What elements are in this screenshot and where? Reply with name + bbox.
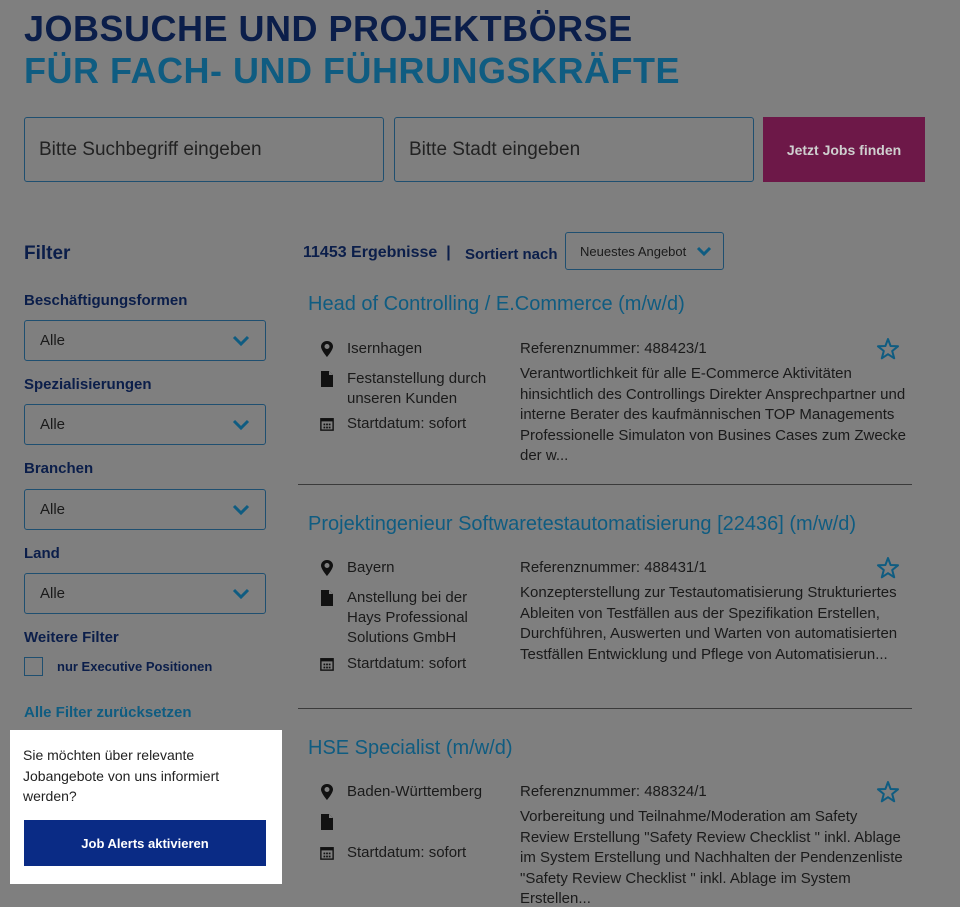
chevron-down-icon (232, 335, 250, 346)
job-reference: Referenznummer: 488423/1 (520, 340, 707, 357)
specialization-select[interactable]: Alle (24, 404, 266, 445)
job-divider (298, 708, 912, 709)
location-pin-icon (321, 341, 333, 357)
job-start-date: Startdatum: sofort (320, 843, 492, 863)
calendar-icon (320, 418, 334, 431)
industry-value: Alle (40, 501, 66, 518)
document-icon (321, 590, 333, 606)
country-value: Alle (40, 585, 66, 602)
filter-title: Filter (24, 243, 71, 264)
calendar-icon (320, 658, 334, 671)
city-search-input[interactable] (394, 117, 754, 182)
executive-checkbox[interactable] (24, 657, 43, 676)
job-location: Bayern (320, 558, 492, 578)
calendar-icon (320, 847, 334, 860)
chevron-down-icon (232, 588, 250, 599)
specialization-value: Alle (40, 416, 66, 433)
star-icon[interactable] (876, 337, 900, 361)
sort-select[interactable]: Neuestes Angebot (565, 232, 724, 270)
star-icon[interactable] (876, 556, 900, 580)
results-count-text: 11453 Ergebnisse (303, 244, 438, 261)
executive-checkbox-label[interactable]: nur Executive Positionen (57, 659, 212, 674)
filter-label-specialization: Spezialisierungen (24, 376, 152, 393)
chevron-down-icon (232, 504, 250, 515)
job-description: Konzepterstellung zur Testautomatisierun… (520, 584, 898, 663)
star-icon[interactable] (876, 780, 900, 804)
filter-label-employment-type: Beschäftigungsformen (24, 292, 188, 309)
job-employment-type (320, 812, 492, 830)
location-pin-icon (321, 560, 333, 576)
job-reference: Referenznummer: 488324/1 (520, 783, 707, 800)
job-alert-text: Sie möchten über relevante Jobangebote v… (23, 747, 220, 804)
sort-value: Neuestes Angebot (580, 243, 687, 259)
job-employment-type: Anstellung bei der Hays Professional Sol… (320, 588, 492, 648)
job-location: Baden-Württemberg (320, 782, 492, 802)
document-icon (321, 371, 333, 387)
keyword-search-input[interactable] (24, 117, 384, 182)
job-location: Isernhagen (320, 339, 492, 359)
page-subtitle: FÜR FACH- UND FÜHRUNGSKRÄFTE (24, 50, 680, 91)
filter-label-more: Weitere Filter (24, 629, 119, 646)
job-description: Vorbereitung und Teilnahme/Moderation am… (520, 808, 903, 907)
results-count: 11453 Ergebnisse | (303, 244, 451, 262)
filter-label-industry: Branchen (24, 460, 94, 477)
job-reference: Referenznummer: 488431/1 (520, 559, 707, 576)
country-select[interactable]: Alle (24, 573, 266, 614)
page-title: JOBSUCHE UND PROJEKTBÖRSE (24, 8, 633, 49)
employment-type-value: Alle (40, 332, 66, 349)
job-divider (298, 484, 912, 485)
chevron-down-icon (696, 246, 712, 257)
chevron-down-icon (232, 419, 250, 430)
reset-filters-link[interactable]: Alle Filter zurücksetzen (24, 704, 192, 721)
job-description: Verantwortlichkeit für alle E-Commerce A… (520, 365, 907, 464)
filter-label-country: Land (24, 545, 60, 562)
document-icon (321, 814, 333, 830)
employment-type-select[interactable]: Alle (24, 320, 266, 361)
find-jobs-button[interactable]: Jetzt Jobs finden (763, 117, 925, 182)
activate-job-alerts-button[interactable]: Job Alerts aktivieren (24, 820, 266, 866)
job-title-link[interactable]: Head of Controlling / E.Commerce (m/w/d) (308, 293, 685, 316)
job-start-date: Startdatum: sofort (320, 414, 492, 434)
sort-label: Sortiert nach (465, 246, 558, 263)
job-employment-type: Festanstellung durch unseren Kunden (320, 369, 492, 409)
job-start-date: Startdatum: sofort (320, 654, 492, 674)
results-separator: | (446, 244, 451, 261)
job-alert-box: Sie möchten über relevante Jobangebote v… (10, 730, 282, 884)
industry-select[interactable]: Alle (24, 489, 266, 530)
job-title-link[interactable]: HSE Specialist (m/w/d) (308, 737, 513, 760)
job-title-link[interactable]: Projektingenieur Softwaretestautomatisie… (308, 513, 856, 536)
location-pin-icon (321, 784, 333, 800)
